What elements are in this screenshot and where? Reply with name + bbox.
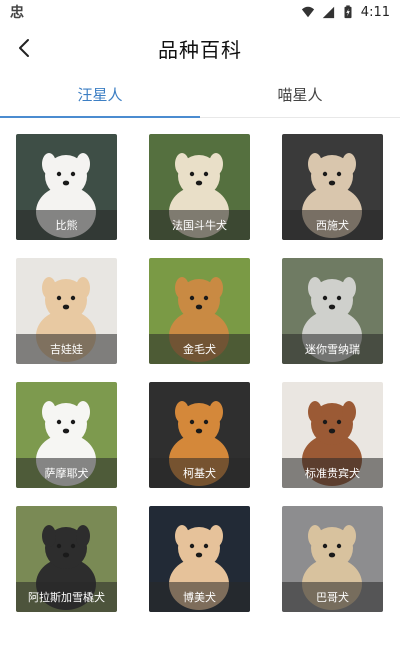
breed-card[interactable]: 标准贵宾犬 [282,382,383,488]
breed-card[interactable]: 阿拉斯加雪橇犬 [16,506,117,612]
breed-card[interactable]: 博美犬 [149,506,250,612]
breed-name: 阿拉斯加雪橇犬 [16,582,117,612]
breed-card[interactable]: 吉娃娃 [16,258,117,364]
app-notification-icon: 忠 [10,5,24,21]
tab-dogs[interactable]: 汪星人 [0,72,200,118]
breed-name: 比熊 [16,210,117,240]
back-arrow-icon [19,39,29,57]
breed-name: 西施犬 [282,210,383,240]
breed-name: 巴哥犬 [282,582,383,612]
breed-card[interactable]: 萨摩耶犬 [16,382,117,488]
back-button[interactable] [10,34,38,62]
status-time: 4:11 [360,4,390,20]
tab-bar: 汪星人 喵星人 [0,72,400,118]
breed-card[interactable]: 法国斗牛犬 [149,134,250,240]
app-header: 品种百科 [0,24,400,72]
breed-name: 法国斗牛犬 [149,210,250,240]
breed-card[interactable]: 巴哥犬 [282,506,383,612]
battery-icon [344,5,352,19]
breed-name: 金毛犬 [149,334,250,364]
breed-name: 柯基犬 [149,458,250,488]
breed-name: 迷你雪纳瑞 [282,334,383,364]
breed-card[interactable]: 金毛犬 [149,258,250,364]
breed-name: 萨摩耶犬 [16,458,117,488]
signal-icon [322,6,334,19]
breed-name: 标准贵宾犬 [282,458,383,488]
breed-card[interactable]: 柯基犬 [149,382,250,488]
page-title: 品种百科 [158,37,242,62]
breed-name: 博美犬 [149,582,250,612]
status-bar: 忠 4:11 [0,0,400,24]
breed-card[interactable]: 比熊 [16,134,117,240]
breed-card[interactable]: 西施犬 [282,134,383,240]
tab-cats[interactable]: 喵星人 [200,72,400,117]
breed-grid: 比熊 法国斗牛犬 西施犬吉娃娃 金毛犬 迷你雪纳瑞萨摩耶犬 柯基犬 标准贵宾犬阿拉斯加雪橇犬… [16,134,386,612]
status-icons: 4:11 [301,5,390,20]
breed-card[interactable]: 迷你雪纳瑞 [282,258,383,364]
wifi-icon [301,6,314,18]
breed-name: 吉娃娃 [16,334,117,364]
